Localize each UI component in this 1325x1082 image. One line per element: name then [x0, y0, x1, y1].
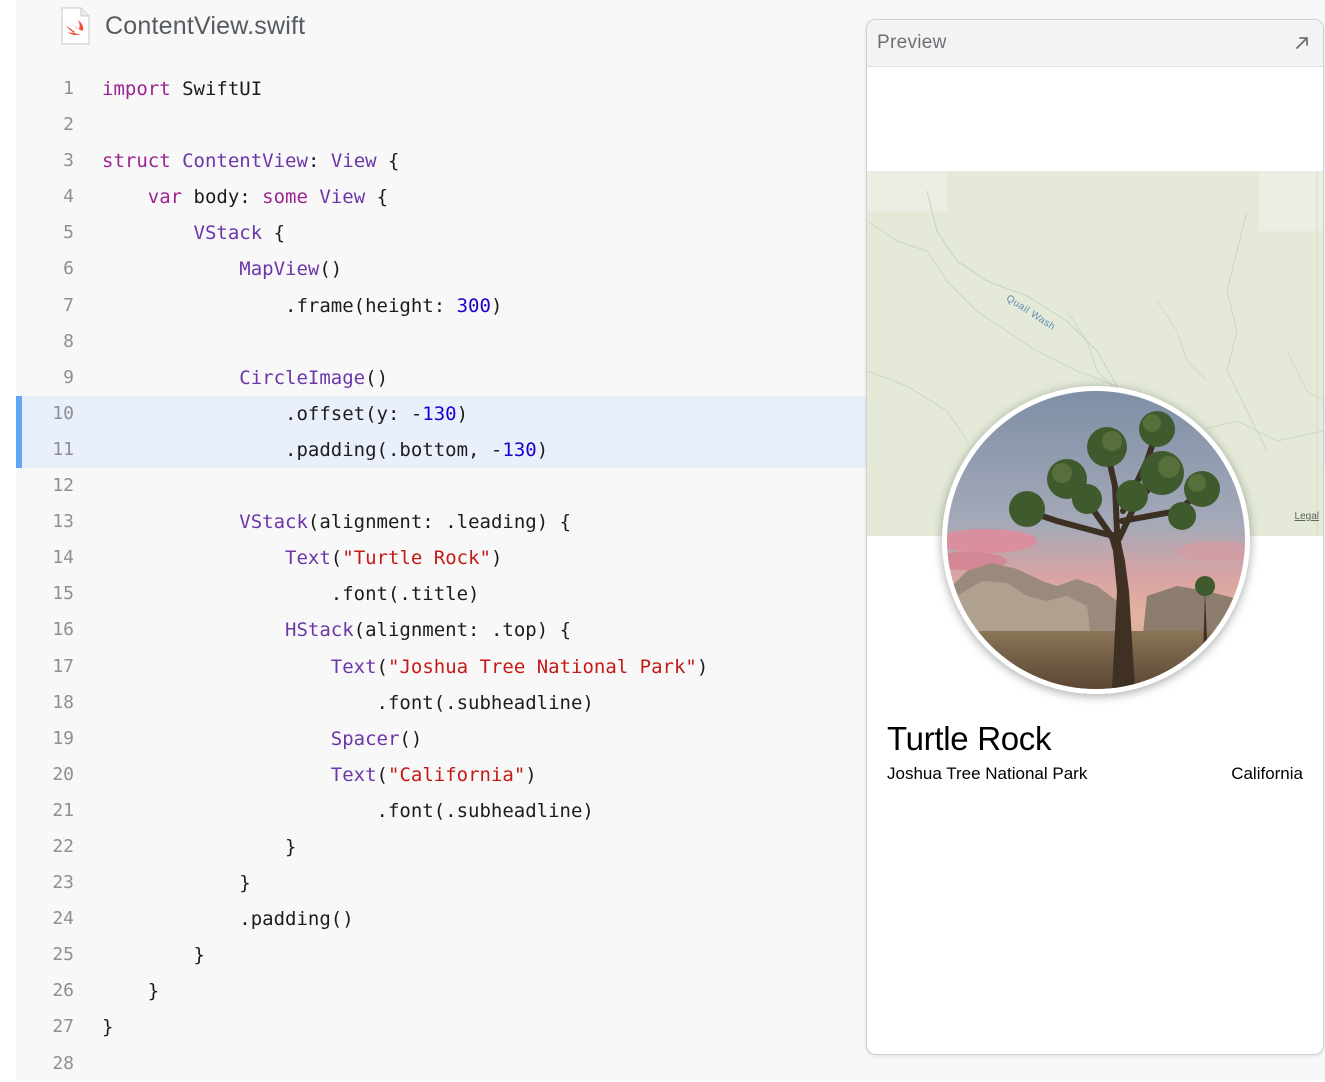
line-number: 7	[63, 294, 74, 316]
line-number: 26	[52, 980, 74, 1002]
line-number: 19	[52, 727, 74, 749]
code-text[interactable]: }	[102, 1009, 113, 1045]
line-number: 14	[52, 547, 74, 569]
code-text[interactable]: Text("Joshua Tree National Park")	[102, 649, 709, 685]
line-number: 27	[52, 1016, 74, 1038]
line-number: 1	[63, 78, 74, 99]
line-number: 11	[52, 438, 74, 460]
code-text[interactable]: var body: some View {	[102, 179, 388, 215]
expand-arrow-icon[interactable]	[1293, 34, 1311, 52]
code-text[interactable]: }	[102, 937, 205, 973]
code-text[interactable]: VStack(alignment: .leading) {	[102, 504, 571, 540]
place-title: Turtle Rock	[887, 720, 1052, 757]
line-number: 6	[63, 258, 74, 280]
code-text[interactable]: }	[102, 865, 250, 901]
code-text[interactable]: Spacer()	[102, 721, 423, 757]
code-text[interactable]: .font(.subheadline)	[102, 793, 594, 829]
line-number: 8	[63, 330, 74, 352]
line-number: 21	[52, 799, 74, 821]
code-text[interactable]: .padding()	[102, 901, 353, 937]
preview-panel: Preview Quail Wash Legal Turtle Rock Jos…	[866, 19, 1324, 1055]
code-text[interactable]: Text("California")	[102, 757, 537, 793]
code-text[interactable]: MapView()	[102, 251, 342, 287]
code-text[interactable]: VStack {	[102, 215, 286, 251]
place-subtitle-row: Joshua Tree National Park California	[887, 764, 1303, 784]
preview-header: Preview	[867, 20, 1323, 67]
code-text[interactable]: import SwiftUI	[102, 71, 262, 107]
line-number: 20	[52, 763, 74, 785]
line-number: 9	[63, 366, 74, 388]
line-number: 17	[52, 655, 74, 677]
line-number: 23	[52, 872, 74, 894]
joshua-tree-photo	[947, 391, 1245, 689]
circle-image	[942, 386, 1250, 694]
code-text[interactable]: .font(.subheadline)	[102, 685, 594, 721]
preview-title: Preview	[877, 32, 947, 53]
line-number: 22	[52, 835, 74, 857]
line-number: 4	[63, 186, 74, 208]
code-editor[interactable]: ContentView.swift 1 import SwiftUI 2 3 struc…	[16, 0, 1325, 1080]
line-number: 16	[52, 619, 74, 641]
file-name[interactable]: ContentView.swift	[105, 12, 305, 41]
line-number: 28	[52, 1052, 74, 1074]
code-text[interactable]: .frame(height: 300)	[102, 288, 502, 324]
code-text[interactable]: }	[102, 973, 159, 1009]
code-text[interactable]: HStack(alignment: .top) {	[102, 612, 571, 648]
state-name: California	[1231, 764, 1303, 783]
line-number: 10	[52, 402, 74, 424]
code-text[interactable]: .offset(y: -130)	[102, 396, 468, 432]
line-number: 2	[63, 114, 74, 136]
park-name: Joshua Tree National Park	[887, 764, 1088, 783]
code-text[interactable]: struct ContentView: View {	[102, 143, 399, 179]
line-number: 12	[52, 475, 74, 497]
swift-file-icon	[61, 7, 90, 45]
code-text[interactable]: .padding(.bottom, -130)	[102, 432, 548, 468]
line-number: 15	[52, 583, 74, 605]
code-text[interactable]: Text("Turtle Rock")	[102, 540, 502, 576]
code-text[interactable]: .font(.title)	[102, 576, 480, 612]
line-number: 18	[52, 691, 74, 713]
line-number: 5	[63, 222, 74, 244]
line-number: 13	[52, 511, 74, 533]
file-header: ContentView.swift	[60, 6, 305, 46]
map-legal-link[interactable]: Legal	[1295, 511, 1319, 522]
code-text[interactable]: CircleImage()	[102, 360, 388, 396]
line-number: 25	[52, 944, 74, 966]
line-number: 24	[52, 908, 74, 930]
line-number: 3	[63, 150, 74, 172]
code-text[interactable]: }	[102, 829, 296, 865]
